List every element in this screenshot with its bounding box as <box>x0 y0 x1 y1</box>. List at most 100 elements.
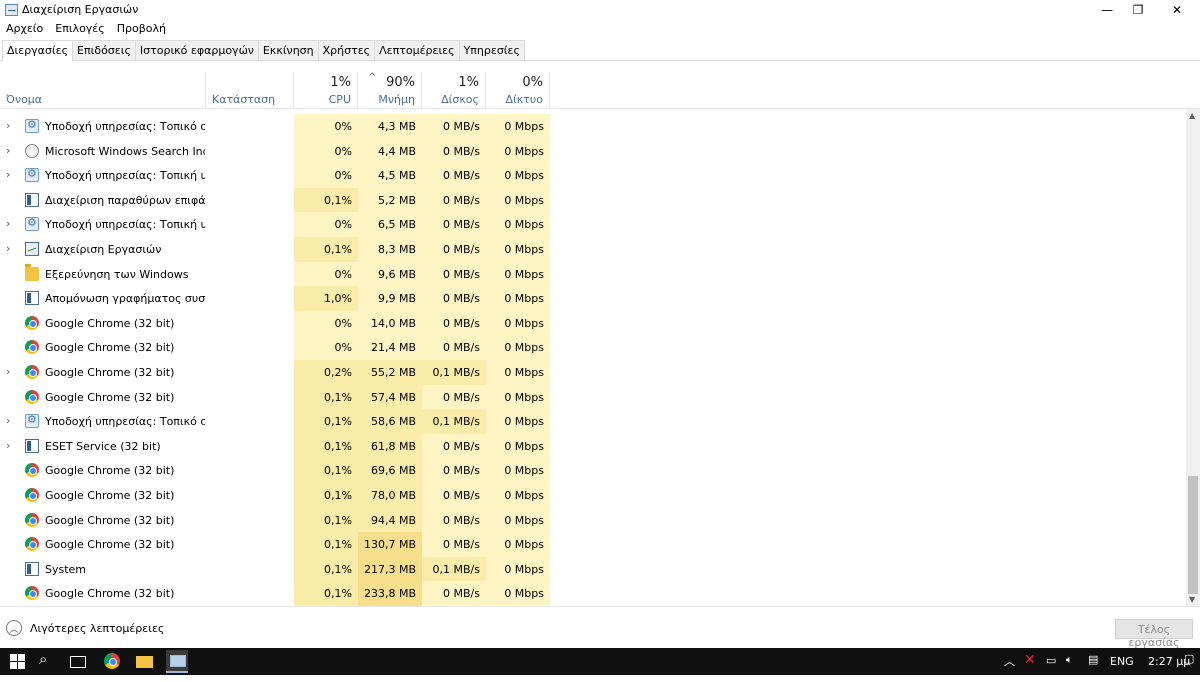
expand-chevron-icon[interactable]: › <box>6 144 16 157</box>
process-row[interactable]: Google Chrome (32 bit) 0,1% 130,7 MB 0 MB/s… <box>0 532 1186 557</box>
column-status[interactable]: Κατάσταση <box>206 72 294 109</box>
process-row[interactable]: Εξερεύνηση των Windows 0% 9,6 MB 0 MB/s 0 Mb… <box>0 261 1186 287</box>
disk-cell: 0 MB/s <box>422 236 486 262</box>
title-bar[interactable]: Διαχείριση Εργασιών — ❐ ✕ <box>0 0 1200 20</box>
task-view-icon[interactable] <box>70 656 86 668</box>
tab-users[interactable]: Χρήστες <box>317 40 376 60</box>
network-cell: 0 Mbps <box>486 384 550 410</box>
memory-cell: 78,0 MB <box>358 482 422 508</box>
end-task-button[interactable]: Τέλος εργασίας <box>1115 619 1193 649</box>
notification-icon[interactable]: ▭ <box>1046 654 1056 681</box>
taskbar: ⌕ ︿ ✕ ▭ 🔈︎ ▤ ENG 2:27 μμ ▢ <box>0 648 1200 675</box>
process-row[interactable]: Google Chrome (32 bit) 0,1% 78,0 MB 0 MB/s 0… <box>0 482 1186 508</box>
chrome-icon <box>25 315 39 330</box>
chrome-taskbar-icon[interactable] <box>104 653 120 669</box>
menu-view[interactable]: Προβολή <box>111 20 172 38</box>
file-explorer-icon[interactable] <box>136 656 153 668</box>
disk-cell: 0 MB/s <box>422 286 486 311</box>
tab-performance[interactable]: Επιδόσεις <box>72 40 136 60</box>
process-row[interactable]: Google Chrome (32 bit) 0% 14,0 MB 0 MB/s 0 M… <box>0 310 1186 336</box>
column-network[interactable]: 0% Δίκτυο <box>486 72 550 109</box>
disk-cell: 0 MB/s <box>422 163 486 188</box>
show-hidden-icons-icon[interactable]: ︿ <box>1004 653 1015 680</box>
process-row[interactable]: Διαχείριση παραθύρων επιφάν... 0,1% 5,2 MB… <box>0 187 1186 213</box>
column-name[interactable]: Όνομα <box>0 72 206 109</box>
column-cpu[interactable]: 1% CPU <box>294 72 358 109</box>
network-cell: 0 Mbps <box>486 359 550 385</box>
cpu-cell: 0,1% <box>294 409 358 434</box>
start-button[interactable] <box>9 652 27 670</box>
memory-cell: 61,8 MB <box>358 433 422 459</box>
tab-services[interactable]: Υπηρεσίες <box>458 40 525 60</box>
memory-cell: 5,2 MB <box>358 187 422 213</box>
expand-chevron-icon[interactable]: › <box>6 217 16 230</box>
process-name: Google Chrome (32 bit) <box>45 365 175 379</box>
scrollbar-thumb[interactable] <box>1188 476 1198 594</box>
process-row[interactable]: Google Chrome (32 bit) 0,1% 233,8 MB 0 MB/s… <box>0 581 1186 606</box>
process-row[interactable]: › ESET Service (32 bit) 0,1% 61,8 MB 0 MB/s 0… <box>0 433 1186 459</box>
process-row[interactable]: ›Υποδοχή υπηρεσίας: Τοπική υ...0%6,5 MB0… <box>0 212 1186 237</box>
fewer-details-button[interactable]: ︿ Λιγότερες λεπτομέρειες <box>6 620 164 636</box>
cpu-cell: 0,1% <box>294 581 358 606</box>
process-name: Υποδοχή υπηρεσίας: Τοπική υ... <box>45 169 205 183</box>
expand-chevron-icon[interactable]: › <box>6 365 16 378</box>
tab-app-history[interactable]: Ιστορικό εφαρμογών <box>134 40 259 60</box>
memory-cell: 130,7 MB <box>358 532 422 557</box>
expand-chevron-icon[interactable]: › <box>6 168 16 181</box>
process-row[interactable]: Google Chrome (32 bit) 0,1% 57,4 MB 0 MB/s 0… <box>0 384 1186 410</box>
scroll-up-icon[interactable]: ▲ <box>1189 111 1195 120</box>
memory-cell: 58,6 MB <box>358 409 422 434</box>
message-icon[interactable]: ▤ <box>1088 653 1098 680</box>
tab-processes[interactable]: Διεργασίες <box>2 40 74 61</box>
column-disk[interactable]: 1% Δίσκος <box>422 72 486 109</box>
process-row[interactable]: › Microsoft Windows Search Inde... 0%4,4 M… <box>0 138 1186 164</box>
process-name: Google Chrome (32 bit) <box>45 464 175 478</box>
menu-options[interactable]: Επιλογές <box>49 20 110 38</box>
scroll-down-icon[interactable]: ▼ <box>1189 595 1195 604</box>
network-cell: 0 Mbps <box>486 507 550 533</box>
process-row[interactable]: Απομόνωση γραφήματος συσ... 1,0% 9,9 MB 0 M… <box>0 286 1186 311</box>
expand-chevron-icon[interactable]: › <box>6 242 16 255</box>
disk-cell: 0 MB/s <box>422 187 486 213</box>
disk-cell: 0,1 MB/s <box>422 359 486 385</box>
expand-chevron-icon[interactable]: › <box>6 119 16 132</box>
expand-chevron-icon[interactable]: › <box>6 439 16 452</box>
process-row[interactable]: Google Chrome (32 bit) 0% 21,4 MB 0 MB/s 0 M… <box>0 335 1186 360</box>
column-name-label: Όνομα <box>6 93 43 106</box>
process-list: ›Υποδοχή υπηρεσίας: Τοπικό σ...0%4,3 MB0… <box>0 114 1186 606</box>
volume-icon[interactable]: 🔈︎ <box>1066 653 1073 680</box>
disk-cell: 0 MB/s <box>422 581 486 606</box>
process-row[interactable]: System 0,1% 217,3 MB 0,1 MB/s 0 Mbps <box>0 556 1186 582</box>
process-name: System <box>45 562 87 576</box>
search-icon[interactable]: ⌕ <box>39 650 57 668</box>
process-row[interactable]: › Υποδοχή υπηρεσίας: Τοπικό σ... 0,1%58,6 … <box>0 409 1186 434</box>
process-row[interactable]: Google Chrome (32 bit) 0,1% 69,6 MB 0 MB/s 0… <box>0 458 1186 483</box>
task-manager-window: Διαχείριση Εργασιών — ❐ ✕ Αρχείο Επιλογέ… <box>0 0 1200 649</box>
disk-cell: 0 MB/s <box>422 335 486 360</box>
memory-total: 90% <box>386 75 415 90</box>
expand-chevron-icon[interactable]: › <box>6 414 16 427</box>
process-row[interactable]: › Διαχείριση Εργασιών 0,1% 8,3 MB 0 MB/s 0 Mb… <box>0 236 1186 262</box>
disk-cell: 0 MB/s <box>422 482 486 508</box>
column-cpu-label: CPU <box>328 93 351 106</box>
language-indicator[interactable]: ENG <box>1110 655 1134 682</box>
process-row[interactable]: Google Chrome (32 bit) 0,1% 94,4 MB 0 MB/s 0… <box>0 507 1186 533</box>
network-cell: 0 Mbps <box>486 458 550 483</box>
task-manager-taskbar-icon[interactable] <box>166 650 188 673</box>
network-cell: 0 Mbps <box>486 433 550 459</box>
cpu-cell: 0,1% <box>294 507 358 533</box>
vertical-scrollbar[interactable]: ▲ ▼ <box>1186 109 1200 606</box>
tab-startup[interactable]: Εκκίνηση <box>257 40 319 60</box>
process-row[interactable]: ›Υποδοχή υπηρεσίας: Τοπική υ...0%4,5 MB0… <box>0 163 1186 188</box>
memory-cell: 94,4 MB <box>358 507 422 533</box>
memory-cell: 4,4 MB <box>358 138 422 164</box>
process-row[interactable]: › Google Chrome (32 bit) 0,2% 55,2 MB 0,1 MB… <box>0 359 1186 385</box>
process-name: Google Chrome (32 bit) <box>45 538 175 552</box>
cpu-cell: 0,1% <box>294 384 358 410</box>
process-row[interactable]: ›Υποδοχή υπηρεσίας: Τοπικό σ...0%4,3 MB0… <box>0 114 1186 139</box>
close-button[interactable]: ✕ <box>1154 0 1200 20</box>
process-name: Google Chrome (32 bit) <box>45 341 175 355</box>
column-network-label: Δίκτυο <box>505 93 543 106</box>
tab-details[interactable]: Λεπτομέρειες <box>374 40 460 60</box>
menu-file[interactable]: Αρχείο <box>0 20 49 38</box>
